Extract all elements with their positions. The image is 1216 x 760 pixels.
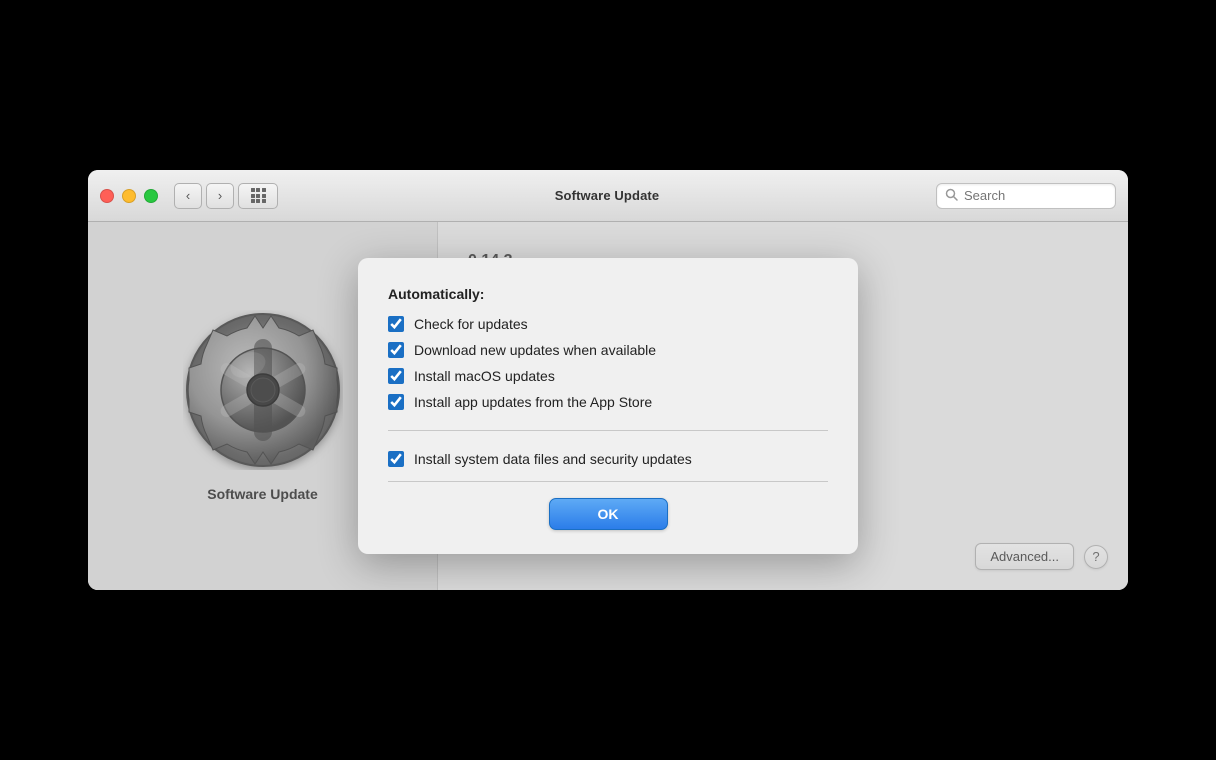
search-box[interactable]: [936, 183, 1116, 209]
checkbox-group: Check for updates Download new updates wh…: [388, 316, 828, 467]
search-input[interactable]: [964, 188, 1107, 203]
maximize-button[interactable]: [144, 189, 158, 203]
window-title: Software Update: [278, 188, 936, 203]
search-icon: [945, 188, 958, 204]
checkbox-install-appstore[interactable]: [388, 394, 404, 410]
dialog: Automatically: Check for updates Download…: [358, 258, 858, 554]
nav-buttons: ‹ ›: [174, 183, 234, 209]
traffic-lights: [100, 189, 158, 203]
forward-button[interactable]: ›: [206, 183, 234, 209]
checkbox-label: Check for updates: [414, 316, 528, 332]
main-content: Software Update 0.14.3 M Advanced... ? A…: [88, 222, 1128, 590]
grid-view-button[interactable]: [238, 183, 278, 209]
checkbox-item: Download new updates when available: [388, 342, 828, 358]
dialog-footer: OK: [388, 498, 828, 530]
divider: [388, 481, 828, 482]
checkbox-divider: [388, 430, 828, 431]
checkbox-item: Install macOS updates: [388, 368, 828, 384]
dialog-overlay: Automatically: Check for updates Download…: [88, 222, 1128, 590]
close-button[interactable]: [100, 189, 114, 203]
back-button[interactable]: ‹: [174, 183, 202, 209]
checkbox-install-macos[interactable]: [388, 368, 404, 384]
grid-dots-icon: [251, 188, 266, 203]
dialog-section-title: Automatically:: [388, 286, 828, 302]
minimize-button[interactable]: [122, 189, 136, 203]
checkbox-label: Install app updates from the App Store: [414, 394, 652, 410]
checkbox-label: Download new updates when available: [414, 342, 656, 358]
checkbox-check-updates[interactable]: [388, 316, 404, 332]
ok-button[interactable]: OK: [549, 498, 668, 530]
checkbox-item: Check for updates: [388, 316, 828, 332]
checkbox-download-updates[interactable]: [388, 342, 404, 358]
checkbox-label: Install macOS updates: [414, 368, 555, 384]
checkbox-item: Install system data files and security u…: [388, 451, 828, 467]
main-window: ‹ › Software Update: [88, 170, 1128, 590]
checkbox-install-security[interactable]: [388, 451, 404, 467]
checkbox-label: Install system data files and security u…: [414, 451, 692, 467]
checkbox-item: Install app updates from the App Store: [388, 394, 828, 410]
titlebar: ‹ › Software Update: [88, 170, 1128, 222]
